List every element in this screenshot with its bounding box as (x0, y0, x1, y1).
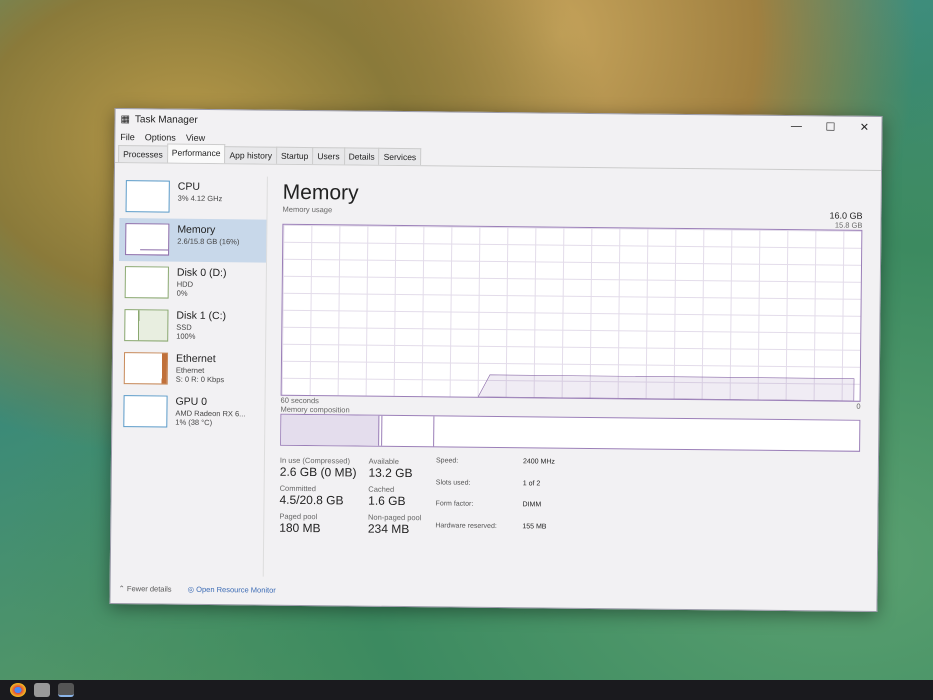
committed-value: 4.5/20.8 GB (279, 492, 344, 508)
available-value: 13.2 GB (368, 465, 413, 481)
slots-value: 1 of 2 (522, 479, 541, 487)
item-name: Memory (177, 223, 216, 237)
hw-reserved-value: 155 MB (522, 522, 547, 531)
fewer-details-label: Fewer details (126, 584, 172, 594)
file-explorer-icon[interactable] (34, 683, 50, 697)
item-name: Disk 1 (C:) (176, 309, 227, 323)
sidebar-item-ethernet[interactable]: Ethernet Ethernet S: 0 R: 0 Kbps (118, 347, 265, 392)
maximize-button[interactable]: ☐ (813, 120, 847, 133)
task-manager-taskbar-icon[interactable] (58, 683, 74, 697)
tab-users[interactable]: Users (312, 147, 345, 165)
in-use-segment (281, 414, 380, 446)
total-memory: 16.0 GB (829, 210, 863, 221)
close-button[interactable]: ✕ (847, 120, 881, 133)
item-detail: 3% 4.12 GHz (177, 193, 223, 204)
resource-sidebar: CPU 3% 4.12 GHz Memory 2.6/15.8 GB (16%) D… (115, 175, 268, 577)
memory-usage-label: Memory usage (282, 204, 333, 215)
time-span-label: 60 seconds (280, 395, 319, 406)
usage-area (478, 375, 854, 401)
form-factor-label: Form factor: (435, 500, 474, 508)
memory-thumbnail (125, 223, 170, 256)
speed-value: 2400 MHz (522, 458, 555, 466)
item-detail: 2.6/15.8 GB (16%) (177, 236, 240, 247)
form-factor-value: DIMM (522, 501, 542, 509)
memory-panel: Memory Memory usage 16.0 GB 15.8 GB 60 se… (279, 181, 863, 546)
chrome-icon[interactable] (10, 683, 26, 697)
memory-composition-bar (280, 413, 861, 452)
cpu-thumbnail (125, 180, 170, 213)
open-resource-monitor-link[interactable]: ◎ Open Resource Monitor (188, 585, 276, 595)
item-detail: 0% (176, 288, 188, 298)
hardware-info: Speed: 2400 MHz Slots used: 1 of 2 Form fa… (435, 457, 555, 542)
graph-max-label: 15.8 GB (834, 220, 863, 230)
task-manager-window: ▦ Task Manager — ☐ ✕ File Options View P… (109, 107, 883, 613)
sidebar-item-disk-0[interactable]: Disk 0 (D:) HDD 0% (119, 261, 266, 306)
page-title: Memory (282, 180, 359, 205)
item-detail: Ethernet (175, 365, 205, 375)
sidebar-item-memory[interactable]: Memory 2.6/15.8 GB (16%) (119, 218, 267, 263)
item-name: CPU (177, 180, 201, 193)
task-manager-icon: ▦ (120, 113, 131, 125)
paged-pool-value: 180 MB (279, 520, 321, 536)
taskbar (0, 680, 933, 700)
resource-monitor-icon: ◎ (187, 584, 197, 594)
non-paged-pool-value: 234 MB (367, 521, 410, 537)
item-name: Disk 0 (D:) (176, 266, 227, 280)
menu-view[interactable]: View (186, 133, 205, 143)
ethernet-thumbnail (123, 352, 169, 385)
tab-details[interactable]: Details (343, 147, 380, 165)
menu-file[interactable]: File (120, 132, 135, 142)
sidebar-item-disk-1[interactable]: Disk 1 (C:) SSD 100% (118, 304, 265, 349)
slots-label: Slots used: (435, 478, 471, 487)
item-name: Ethernet (175, 352, 216, 366)
resource-monitor-label: Open Resource Monitor (196, 584, 276, 595)
sidebar-item-gpu[interactable]: GPU 0 AMD Radeon RX 6... 1% (38 °C) (117, 390, 264, 435)
zero-label: 0 (856, 401, 861, 411)
tab-startup[interactable]: Startup (275, 146, 314, 165)
sidebar-item-cpu[interactable]: CPU 3% 4.12 GHz (119, 175, 266, 220)
speed-label: Speed: (435, 457, 459, 465)
tab-services[interactable]: Services (378, 147, 422, 166)
item-name: GPU 0 (175, 395, 208, 408)
disk-thumbnail (124, 266, 169, 299)
item-detail: S: 0 R: 0 Kbps (175, 374, 225, 385)
tab-processes[interactable]: Processes (118, 145, 168, 163)
item-detail: 100% (176, 331, 196, 341)
minimize-button[interactable]: — (779, 119, 813, 132)
disk-thumbnail (124, 309, 169, 342)
fewer-details-button[interactable]: ⌃ Fewer details (119, 584, 172, 594)
cached-value: 1.6 GB (368, 493, 406, 509)
menu-options[interactable]: Options (145, 132, 176, 142)
tab-performance[interactable]: Performance (166, 143, 226, 164)
memory-usage-graph (280, 223, 863, 402)
hw-reserved-label: Hardware reserved: (435, 521, 497, 530)
item-detail: 1% (38 °C) (175, 417, 213, 428)
gpu-thumbnail (123, 395, 168, 428)
window-title: Task Manager (134, 113, 198, 126)
tab-app-history[interactable]: App history (224, 146, 278, 164)
in-use-value: 2.6 GB (0 MB) (279, 464, 357, 480)
standby-segment (382, 415, 435, 447)
